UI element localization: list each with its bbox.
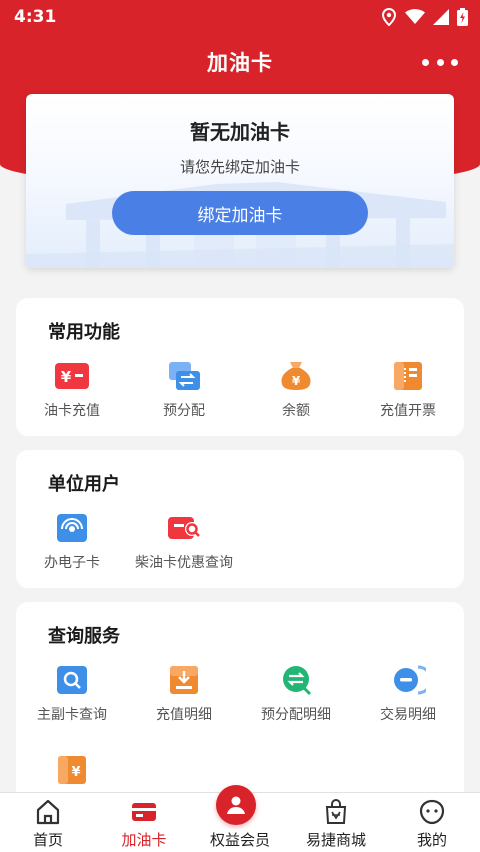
title-bar: 加油卡 [0, 40, 480, 84]
no-card-banner: 暂无加油卡 请您先绑定加油卡 绑定加油卡 [26, 94, 454, 268]
grid-item-label: 办电子卡 [44, 555, 100, 571]
allocation-detail-icon [283, 666, 312, 696]
status-time: 4:31 [14, 7, 57, 27]
fuel-card-icon [132, 803, 156, 821]
tab-profile[interactable]: 我的 [384, 793, 480, 852]
diesel-card-search-icon [168, 517, 200, 539]
transaction-detail-icon [394, 665, 426, 695]
section-title: 常用功能 [48, 322, 120, 343]
invoice-icon: ¥ [58, 756, 86, 784]
tab-home[interactable]: 首页 [0, 793, 96, 852]
home-icon [36, 799, 60, 825]
tab-label: 首页 [32, 831, 63, 849]
grid-item-label: 预分配明细 [261, 707, 331, 723]
status-bar: 4:31 [0, 0, 480, 34]
tab-mall[interactable]: 易捷商城 [288, 793, 384, 852]
card-search-icon [57, 666, 87, 694]
grid-item-label: 预分配 [163, 403, 205, 419]
tab-fuel-card[interactable]: 加油卡 [96, 793, 192, 852]
grid-item-balance[interactable]: ¥ 余额 [240, 360, 352, 420]
grid-item-diesel-discount[interactable]: 柴油卡优惠查询 [128, 512, 240, 572]
corporate-users-section: 单位用户 办电子卡 柴油卡优惠查询 [16, 450, 464, 588]
bind-card-button[interactable]: 绑定加油卡 [112, 191, 368, 235]
svg-text:¥: ¥ [71, 765, 80, 780]
page-title: 加油卡 [207, 51, 273, 75]
signal-icon [433, 9, 449, 25]
grid-item-recharge[interactable]: ¥ 油卡充值 [16, 360, 128, 420]
status-icons [381, 8, 468, 26]
grid-item-electronic-card[interactable]: 办电子卡 [16, 512, 128, 572]
wifi-icon [405, 9, 425, 24]
member-icon [216, 785, 256, 825]
query-services-section: 查询服务 主副卡查询 充值明细 预分配明细 交易明细 ¥ [16, 602, 464, 802]
tab-label: 加油卡 [121, 831, 167, 849]
grid-item-label: 充值明细 [156, 707, 212, 723]
svg-text:¥: ¥ [61, 368, 72, 386]
tab-label: 权益会员 [209, 831, 270, 849]
grid-item-label: 充值开票 [380, 403, 436, 419]
tab-label: 易捷商城 [305, 831, 366, 849]
grid-item-label: 交易明细 [380, 707, 436, 723]
section-title: 查询服务 [48, 626, 120, 647]
mall-bag-icon [325, 799, 347, 824]
more-options-icon[interactable] [422, 52, 458, 72]
grid-item-recharge-detail[interactable]: 充值明细 [128, 664, 240, 724]
location-icon [381, 8, 397, 26]
recharge-detail-icon [170, 666, 198, 694]
money-bag-icon: ¥ [281, 362, 311, 390]
grid-item-pre-allocate[interactable]: 预分配 [128, 360, 240, 420]
yuan-card-icon: ¥ [55, 363, 89, 389]
grid-item-more-query[interactable]: ¥ [16, 754, 128, 786]
banner-title: 暂无加油卡 [190, 120, 290, 144]
grid-item-card-query[interactable]: 主副卡查询 [16, 664, 128, 724]
profile-face-icon [419, 799, 445, 825]
grid-item-label: 柴油卡优惠查询 [135, 555, 233, 571]
tab-label: 我的 [416, 831, 447, 849]
grid-item-transaction-detail[interactable]: 交易明细 [352, 664, 464, 724]
grid-item-label: 余额 [282, 403, 310, 419]
grid-item-invoice[interactable]: 充值开票 [352, 360, 464, 420]
bottom-tab-bar: 首页 加油卡 权益会员 易捷商城 我的 [0, 785, 480, 852]
grid-item-label: 油卡充值 [44, 403, 100, 419]
battery-icon [457, 8, 468, 26]
section-title: 单位用户 [48, 474, 120, 495]
common-functions-section: 常用功能 ¥ 油卡充值 预分配 ¥ 余额 充值开票 [16, 298, 464, 436]
invoice-icon [394, 362, 422, 390]
transfer-icon [169, 362, 200, 390]
grid-item-label: 主副卡查询 [37, 707, 107, 723]
grid-item-allocation-detail[interactable]: 预分配明细 [240, 664, 352, 724]
tab-member[interactable]: 权益会员 [192, 785, 288, 852]
svg-text:¥: ¥ [292, 374, 301, 388]
banner-subtitle: 请您先绑定加油卡 [179, 158, 300, 176]
electronic-card-icon [57, 514, 87, 542]
